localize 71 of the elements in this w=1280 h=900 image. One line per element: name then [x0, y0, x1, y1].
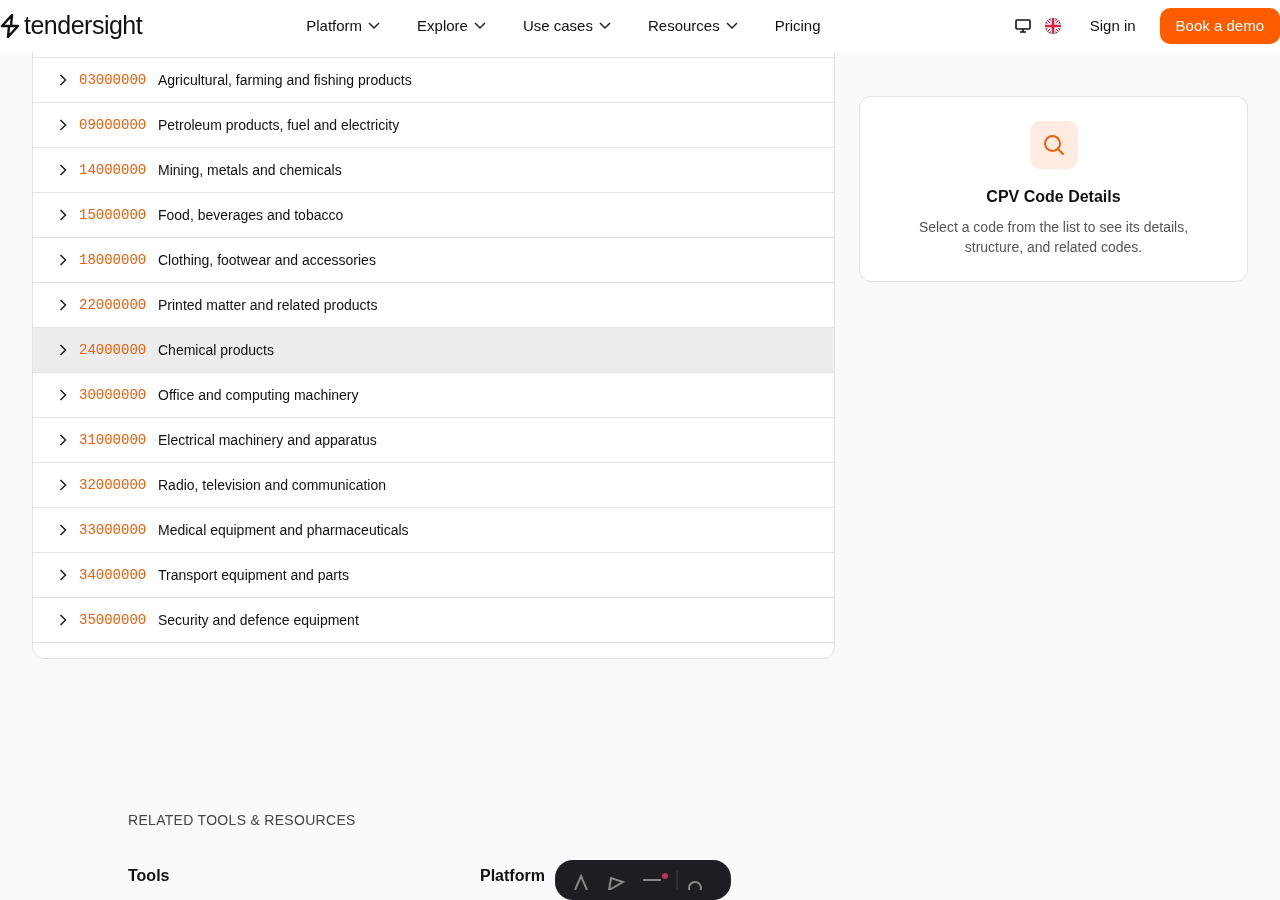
code-label: Chemical products — [158, 340, 274, 360]
chevron-right-icon — [59, 74, 67, 86]
cpv-code: 32000000 — [79, 475, 148, 495]
flag-icon[interactable] — [1043, 17, 1062, 35]
chevron-right-icon — [59, 389, 67, 401]
chevron-right-icon — [59, 614, 67, 626]
code-row[interactable]: 34000000 Transport equipment and parts — [33, 553, 834, 598]
code-label: Food, beverages and tobacco — [158, 205, 344, 225]
code-label: Agricultural, farming and fishing products — [158, 70, 412, 90]
code-row[interactable]: 15000000 Food, beverages and tobacco — [33, 193, 834, 238]
chevron-right-icon — [59, 479, 67, 491]
code-label: Printed matter and related products — [158, 295, 378, 315]
cpv-code: 03000000 — [79, 70, 148, 90]
chevron-right-icon — [59, 434, 67, 446]
code-label: Petroleum products, fuel and electricity — [158, 115, 400, 135]
code-label: Medical equipment and pharmaceuticals — [158, 520, 409, 540]
chevron-down-icon — [598, 22, 611, 30]
code-label: Electrical machinery and apparatus — [158, 430, 377, 450]
sign-in-link[interactable]: Sign in — [1089, 14, 1136, 38]
chevron-right-icon — [59, 254, 67, 266]
column-heading: Platform — [480, 866, 545, 886]
code-row[interactable]: 03000000 Agricultural, farming and fishing products — [33, 58, 834, 103]
cpv-code: 30000000 — [79, 385, 148, 405]
code-label: Mining, metals and chemicals — [158, 160, 342, 180]
chevron-right-icon — [59, 344, 67, 356]
chevron-right-icon — [59, 569, 67, 581]
nav-link[interactable]: Use cases — [522, 14, 611, 38]
chevron-down-icon — [473, 22, 486, 30]
chevron-right-icon — [59, 209, 67, 221]
cpv-code: 14000000 — [79, 160, 148, 180]
column-heading: Tools — [128, 867, 170, 884]
code-label: Transport equipment and parts — [158, 565, 349, 585]
code-row[interactable]: 24000000 Chemical products — [33, 328, 834, 373]
code-row[interactable]: 30000000 Office and computing machinery — [33, 373, 834, 418]
cpv-code: 34000000 — [79, 565, 148, 585]
code-row[interactable]: 35000000 Security and defence equipment — [33, 598, 834, 643]
logo-text[interactable]: tendersight — [24, 7, 143, 45]
cpv-code: 09000000 — [79, 115, 148, 135]
cpv-code: 22000000 — [79, 295, 148, 315]
details-title: CPV Code Details — [985, 187, 1122, 207]
code-row[interactable]: 33000000 Medical equipment and pharmaceuticals — [33, 508, 834, 553]
code-label: Office and computing machinery — [158, 385, 359, 405]
nav-link[interactable]: Pricing — [774, 14, 821, 38]
cpv-code: 33000000 — [79, 520, 148, 540]
cpv-code: 24000000 — [79, 340, 148, 360]
monitor-icon[interactable] — [1014, 18, 1031, 34]
chevron-right-icon — [59, 164, 67, 176]
details-text: Select a code from the list to see its details, structure, and related codes. — [917, 218, 1190, 257]
chevron-down-icon — [368, 22, 381, 30]
code-row[interactable]: 14000000 Mining, metals and chemicals — [33, 148, 834, 193]
code-row[interactable]: 09000000 Petroleum products, fuel and electricity — [33, 103, 834, 148]
code-label: Security and defence equipment — [158, 610, 359, 630]
cpv-code: 18000000 — [79, 250, 148, 270]
section-heading: RELATED TOOLS & RESOURCES — [128, 812, 356, 828]
cpv-code: 35000000 — [79, 610, 148, 630]
code-label: Clothing, footwear and accessories — [158, 250, 376, 270]
nav-link[interactable]: Explore — [417, 14, 486, 38]
nav-link[interactable]: Platform — [306, 14, 381, 38]
code-row[interactable]: 32000000 Radio, television and communication — [33, 463, 834, 508]
nav-link[interactable]: Resources — [647, 14, 738, 38]
cpv-code: 15000000 — [79, 205, 148, 225]
code-row[interactable]: 18000000 Clothing, footwear and accessories — [33, 238, 834, 283]
chevron-right-icon — [59, 524, 67, 536]
code-row[interactable]: 31000000 Electrical machinery and apparatus — [33, 418, 834, 463]
search-icon — [1042, 134, 1065, 156]
cpv-code: 31000000 — [79, 430, 148, 450]
chevron-right-icon — [59, 299, 67, 311]
code-label: Radio, television and communication — [158, 475, 386, 495]
chevron-right-icon — [59, 119, 67, 131]
logo-icon — [0, 14, 20, 38]
chevron-down-icon — [725, 22, 738, 30]
